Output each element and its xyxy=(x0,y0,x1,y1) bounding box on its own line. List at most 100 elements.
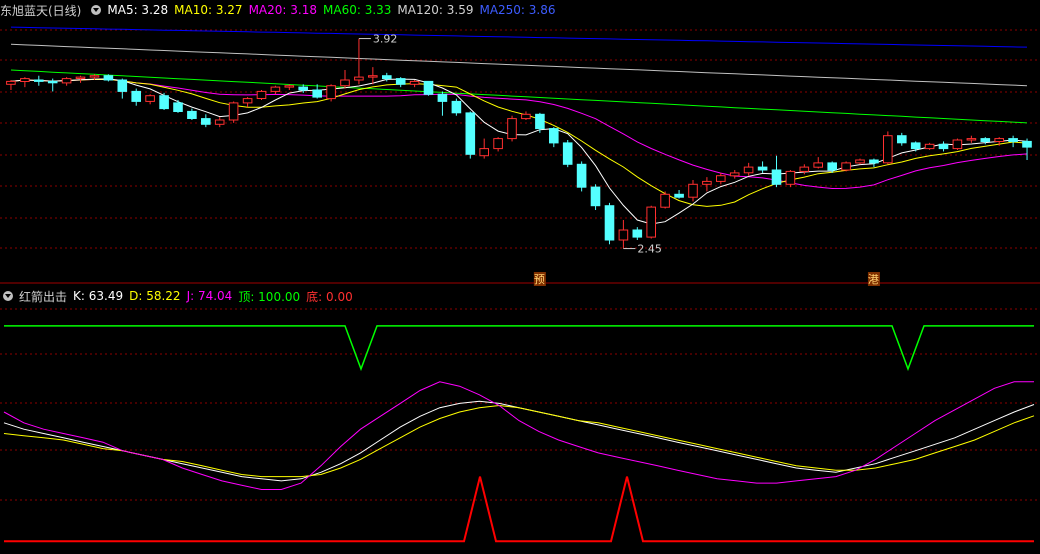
candle-body xyxy=(827,162,838,171)
candle-body xyxy=(368,75,378,78)
d-value: D: 58.22 xyxy=(129,289,181,303)
candle-body xyxy=(1022,140,1032,148)
candle-body xyxy=(590,186,601,207)
indicator-title[interactable]: 红箭出击 xyxy=(19,288,67,305)
candle-body xyxy=(799,166,810,172)
event-marker-label: 港 xyxy=(868,273,879,286)
candle-body xyxy=(980,138,991,143)
candle-body xyxy=(131,90,141,102)
candle-body xyxy=(688,183,698,198)
candle-body xyxy=(813,162,824,168)
candle-body xyxy=(61,78,72,84)
candle-body xyxy=(312,89,322,98)
indicator-k-line xyxy=(3,400,1035,482)
candle-body xyxy=(618,229,629,241)
candle-body xyxy=(326,85,336,100)
candle-body xyxy=(604,205,615,241)
candle-body xyxy=(256,90,267,100)
dropdown-icon[interactable] xyxy=(91,5,102,15)
candle-body xyxy=(117,79,128,92)
low-label: 2.45 xyxy=(637,243,662,256)
candle-body xyxy=(549,128,559,144)
candle-body xyxy=(952,139,963,150)
candle-body xyxy=(214,119,225,125)
candle-body xyxy=(354,76,364,81)
candle-body xyxy=(201,118,211,125)
candle-body xyxy=(785,170,796,185)
bottom-value: 底: 0.00 xyxy=(306,289,353,304)
ma5-value: MA5: 3.28 xyxy=(107,3,169,17)
candle-body xyxy=(716,175,726,182)
candle-body xyxy=(284,85,295,88)
candle-body xyxy=(660,193,670,208)
candle-body xyxy=(465,112,476,155)
candle-body xyxy=(632,229,643,238)
candle-body xyxy=(451,100,462,114)
main-chart-header: 东旭蓝天(日线) MA5: 3.28 MA10: 3.27 MA20: 3.18… xyxy=(0,0,562,20)
candle-body xyxy=(187,110,197,120)
ma120-line xyxy=(10,43,1028,87)
candle-body xyxy=(47,80,58,84)
ma250-value: MA250: 3.86 xyxy=(479,3,556,17)
candle-body xyxy=(841,162,851,171)
indicator-header: 红箭出击 K: 63.49 D: 58.22 J: 74.04 顶: 100.0… xyxy=(0,286,359,306)
candle-body xyxy=(910,142,921,150)
ma120-value: MA120: 3.59 xyxy=(397,3,474,17)
ma20-value: MA20: 3.18 xyxy=(248,3,317,17)
candle-body xyxy=(89,75,100,78)
candle-body xyxy=(159,95,169,110)
candle-body xyxy=(75,76,86,79)
stock-title[interactable]: 东旭蓝天(日线) xyxy=(0,2,81,19)
ma10-value: MA10: 3.27 xyxy=(174,3,243,17)
candle-body xyxy=(994,138,1005,143)
j-value: J: 74.04 xyxy=(186,289,233,303)
indicator-d-line xyxy=(3,404,1035,478)
candle-body xyxy=(173,102,183,113)
candle-body xyxy=(493,138,503,150)
candle-body xyxy=(966,138,977,141)
candle-body xyxy=(897,135,907,144)
candle-body xyxy=(382,75,392,80)
candle-body xyxy=(507,118,517,140)
candle-body xyxy=(576,163,587,188)
candle-body xyxy=(855,159,865,164)
candle-body xyxy=(34,79,44,82)
candle-body xyxy=(535,113,545,130)
candle-body xyxy=(479,148,489,157)
bottom-signal-line xyxy=(4,476,1034,543)
candle-body xyxy=(437,93,448,102)
candle-body xyxy=(1008,138,1018,143)
candle-body xyxy=(298,86,308,91)
event-marker-label: 预 xyxy=(534,273,545,286)
candle-body xyxy=(145,95,155,102)
top-value: 顶: 100.00 xyxy=(238,289,301,304)
ma250-line xyxy=(10,26,1028,48)
top-signal-line xyxy=(4,325,1034,372)
candle-body xyxy=(521,113,531,120)
candle-body xyxy=(646,206,657,238)
candle-body xyxy=(869,159,879,164)
candle-body xyxy=(924,143,935,150)
candle-body xyxy=(771,169,782,185)
candle-body xyxy=(20,78,30,82)
stock-chart: 3.92 2.45 预 港 xyxy=(0,26,1040,543)
candle-body xyxy=(340,79,350,87)
candle-body xyxy=(743,166,754,174)
indicator-j-line xyxy=(3,381,1034,490)
candle-body xyxy=(883,135,893,164)
candle-body xyxy=(562,142,573,165)
candle-body xyxy=(228,102,239,121)
candle-body xyxy=(242,98,253,104)
candle-body xyxy=(729,172,740,177)
high-label: 3.92 xyxy=(373,33,398,46)
ma60-value: MA60: 3.33 xyxy=(323,3,392,17)
indicator-dropdown-icon[interactable] xyxy=(3,291,13,301)
candle-body xyxy=(757,166,768,171)
candle-body xyxy=(674,193,684,198)
candle-body xyxy=(103,75,114,81)
candle-body xyxy=(409,80,420,85)
candle-body xyxy=(270,86,281,92)
candle-body xyxy=(6,80,16,85)
candle-body xyxy=(423,80,434,95)
candle-body xyxy=(702,180,712,185)
